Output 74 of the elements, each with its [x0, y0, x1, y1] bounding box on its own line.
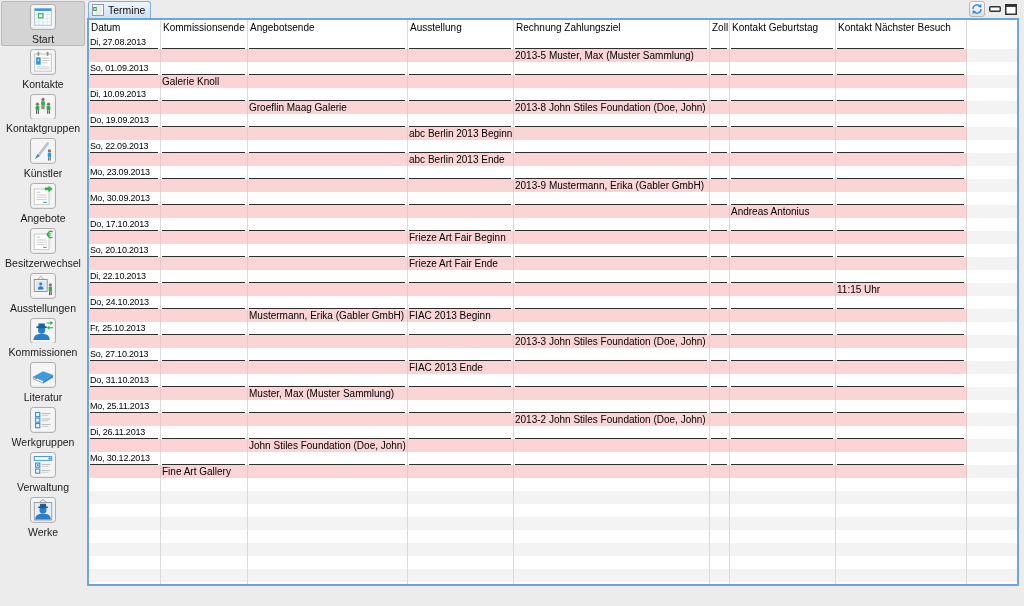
sidebar-item[interactable]: Verwaltung [1, 448, 85, 494]
table-cell-text: So, 22.09.2013 [89, 140, 150, 153]
column-header[interactable]: Datum [89, 20, 161, 36]
table-cell-text: Fine Art Gallery [161, 465, 232, 478]
framed-person-icon [29, 496, 57, 523]
column-header[interactable]: Kontakt Nächster Besuch [836, 20, 967, 36]
maximize-icon [1005, 3, 1017, 15]
minimize-button[interactable] [989, 6, 1001, 12]
sidebar-item[interactable]: Start [1, 1, 85, 46]
sidebar-item[interactable]: Besitzerwechsel [1, 225, 85, 270]
checklist-icon [29, 407, 57, 433]
column-header[interactable]: Rechnung Zahlungsziel [514, 20, 710, 36]
tab[interactable]: Termine [88, 1, 152, 18]
table-cell-text: Mo, 25.11.2013 [89, 400, 151, 413]
sidebar-item[interactable]: Kontaktgruppen [1, 90, 85, 136]
sidebar-item[interactable]: Kommissionen [1, 314, 85, 360]
table-cell-text: Do, 17.10.2013 [89, 218, 150, 231]
table-cell-text: Groeflin Maag Galerie [248, 101, 348, 114]
table-cell-text: FIAC 2013 Ende [408, 361, 484, 374]
minimize-icon [989, 6, 1001, 12]
table-cell-text: Muster, Max (Muster Sammlung) [248, 387, 396, 400]
maximize-button[interactable] [1005, 3, 1017, 15]
column-header[interactable]: Angebotsende [248, 20, 408, 36]
table-cell-text: Mo, 23.09.2013 [89, 166, 151, 179]
table-cell-text: 2013-9 Mustermann, Erika (Gabler GmbH) [514, 179, 705, 192]
table-cell-text: Do, 19.09.2013 [89, 114, 150, 127]
table-icon [92, 4, 104, 16]
table-cell-text: abc Berlin 2013 Ende [408, 153, 506, 166]
table-cell-text: Frieze Art Fair Ende [408, 257, 499, 270]
book-icon [29, 362, 57, 389]
table-cell-text: Fr, 25.10.2013 [89, 322, 147, 335]
table-cell-text: Di, 26.11.2013 [89, 426, 147, 439]
sidebar-item[interactable]: Ausstellungen [1, 269, 85, 315]
table-cell-text: So, 01.09.2013 [89, 62, 150, 75]
table-cell-text: Mo, 30.12.2013 [89, 452, 151, 465]
column-header[interactable]: Kontakt Geburtstag [730, 20, 836, 36]
table-cell-text: FIAC 2013 Beginn [408, 309, 492, 322]
table-cell-text: 2013-8 John Stiles Foundation (Doe, John) [514, 101, 707, 114]
table-cell-text: Di, 22.10.2013 [89, 270, 147, 283]
sidebar-item[interactable]: Literatur [1, 359, 85, 405]
table-cell-text: Di, 10.09.2013 [89, 88, 147, 101]
table-cell-text: So, 20.10.2013 [89, 244, 150, 257]
table-cell: abc Berlin 2013 Beginn [408, 127, 514, 140]
table-cell-text: Galerie Knoll [161, 75, 221, 88]
table-cell-text: Mo, 30.09.2013 [89, 192, 151, 205]
table-cell-text: 2013-5 Muster, Max (Muster Sammlung) [514, 49, 695, 62]
column-header[interactable]: Ausstellung [408, 20, 514, 36]
sidebar-item[interactable]: Werke [1, 493, 85, 539]
framed-picture-person-icon [29, 272, 57, 299]
person-arrows-icon [29, 317, 57, 344]
refresh-icon [971, 3, 983, 15]
table-cell-text: 2013-3 John Stiles Foundation (Doe, John) [514, 335, 707, 348]
form-icon [29, 451, 57, 478]
table-cell-text: 2013-2 John Stiles Foundation (Doe, John) [514, 413, 707, 426]
sidebar-item[interactable]: Angebote [1, 180, 85, 225]
table-cell-text: Andreas Antonius [730, 205, 811, 218]
table-cell-text: Do, 24.10.2013 [89, 296, 150, 309]
table-cell-text: So, 27.10.2013 [89, 348, 150, 361]
column-header[interactable]: Zoll [710, 20, 730, 36]
document-euro-icon [29, 228, 57, 254]
calendar-icon [29, 4, 57, 30]
table-cell-text: John Stiles Foundation (Doe, John) [248, 439, 407, 452]
table-cell-text: Mustermann, Erika (Gabler GmbH) [248, 309, 406, 322]
sidebar-item[interactable]: Kontakte [1, 45, 85, 91]
people-group-icon [29, 93, 57, 120]
table-cell-text: Do, 31.10.2013 [89, 374, 150, 387]
sidebar-item[interactable]: Werkgruppen [1, 404, 85, 449]
brush-person-icon [29, 138, 57, 165]
table-cell-text: Frieze Art Fair Beginn [408, 231, 507, 244]
table-cell-text: Di, 27.08.2013 [89, 36, 147, 49]
table-cell-text: 11:15 Uhr [836, 283, 882, 296]
column-header[interactable]: Kommissionsende [161, 20, 248, 36]
sidebar-item[interactable]: Künstler [1, 135, 85, 181]
notepad-icon [29, 48, 57, 75]
